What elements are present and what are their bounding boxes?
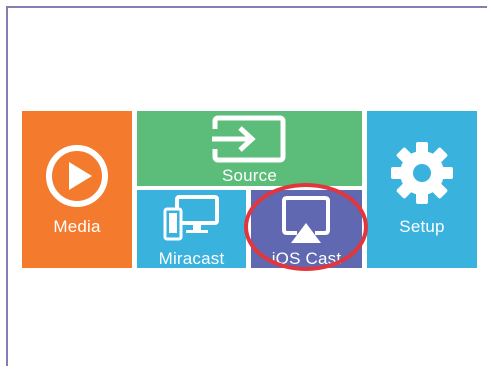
source-label: Source xyxy=(221,166,278,185)
frame-top-border xyxy=(6,6,487,8)
setup-label: Setup xyxy=(399,217,445,236)
ios-cast-label: iOS Cast xyxy=(271,249,342,268)
media-label: Media xyxy=(53,217,101,236)
play-circle-icon xyxy=(46,145,108,207)
input-source-icon xyxy=(212,115,286,163)
ios-cast-tile[interactable]: iOS Cast xyxy=(251,190,362,268)
source-tile[interactable]: Source xyxy=(137,111,362,186)
setup-tile[interactable]: Setup xyxy=(367,111,477,268)
miracast-tile[interactable]: Miracast xyxy=(137,190,246,268)
gear-icon xyxy=(391,142,453,204)
airplay-icon xyxy=(282,196,330,243)
miracast-label: Miracast xyxy=(158,249,225,268)
media-tile[interactable]: Media xyxy=(22,111,132,268)
frame-left-border xyxy=(6,6,8,366)
devices-icon xyxy=(163,195,219,241)
